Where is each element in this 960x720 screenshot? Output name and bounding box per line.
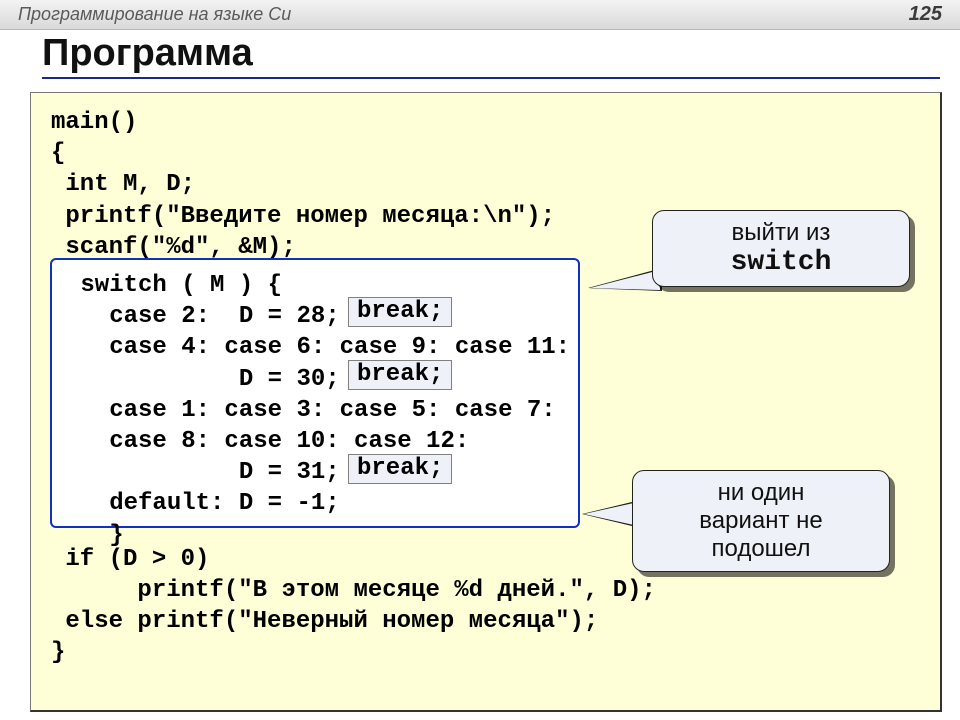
code-before-switch: main() { int M, D; printf("Введите номер… <box>51 109 555 261</box>
switch-box: switch ( M ) { case 2: D = 28; case 4: c… <box>50 258 580 528</box>
course-title: Программирование на языке Си <box>18 4 291 25</box>
callout-exit-line2: switch <box>671 247 891 278</box>
slide-heading: Программа <box>42 32 940 79</box>
slide-topbar: Программирование на языке Си 125 <box>0 0 960 30</box>
slide: Программирование на языке Си 125 Програм… <box>0 0 960 720</box>
break-box-2: break; <box>348 360 452 390</box>
callout-exit-tail <box>590 270 660 290</box>
page-number: 125 <box>909 3 942 26</box>
callout-nomatch-tail <box>584 502 638 526</box>
code-after-switch: if (D > 0) printf("В этом месяце %d дней… <box>51 546 656 667</box>
callout-exit-switch: выйти из switch <box>652 210 910 287</box>
break-box-3: break; <box>348 454 452 484</box>
switch-code: switch ( M ) { case 2: D = 28; case 4: c… <box>66 272 570 549</box>
callout-no-match: ни один вариант не подошел <box>632 470 890 572</box>
callout-exit-line1: выйти из <box>671 219 891 247</box>
break-box-1: break; <box>348 297 452 327</box>
